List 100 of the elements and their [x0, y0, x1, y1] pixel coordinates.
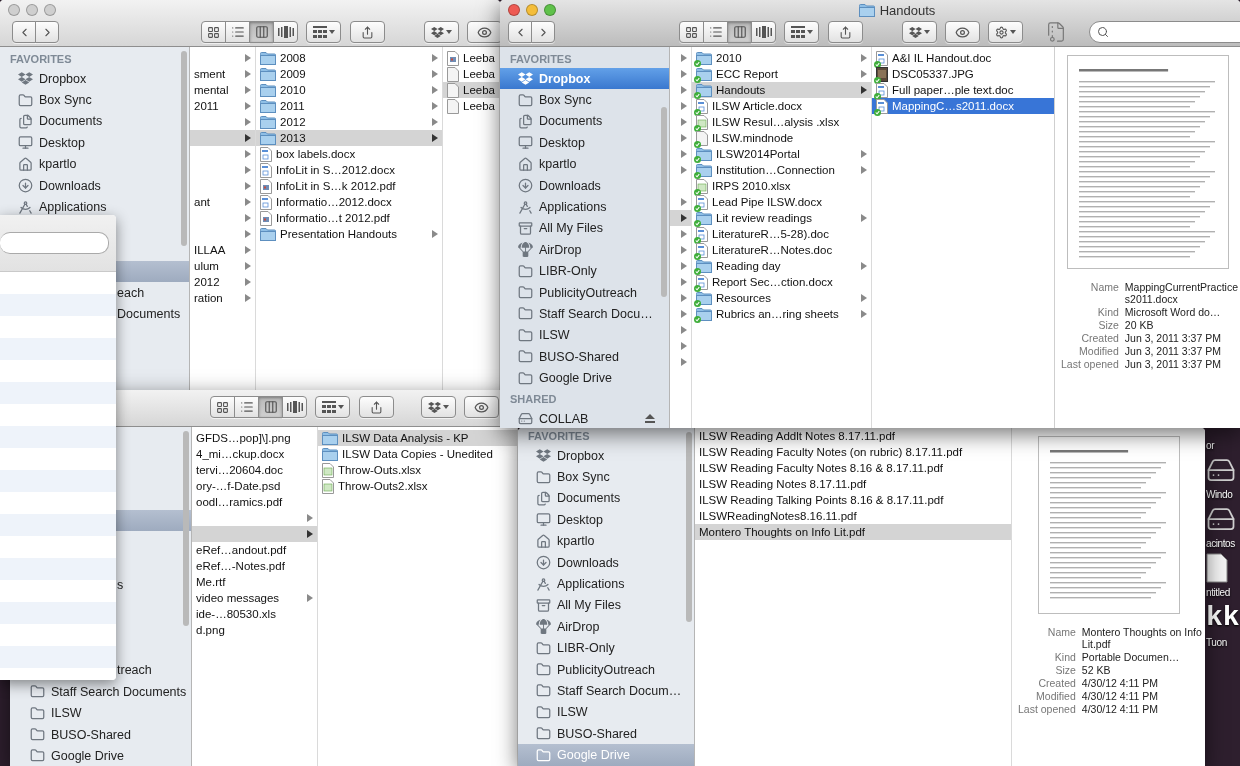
file-item[interactable]: ant [190, 194, 255, 210]
file-item[interactable]: ILSW Reading Faculty Notes (on rubric) 8.17.11.pdf [695, 444, 1011, 460]
file-item[interactable]: ulum [190, 258, 255, 274]
search-field[interactable] [0, 232, 109, 254]
sidebar-item[interactable]: Desktop [500, 132, 669, 154]
action-button[interactable] [988, 21, 1023, 43]
sidebar-item[interactable]: Applications [0, 196, 189, 218]
sidebar-item[interactable]: Dropbox [500, 68, 669, 90]
sidebar-item[interactable]: kpartlo [0, 153, 189, 175]
file-item[interactable]: sment [190, 66, 255, 82]
sidebar-item[interactable]: ILSW [518, 701, 694, 724]
file-item[interactable]: ILSW Reading Talking Points 8.16 & 8.17.11.pdf [695, 492, 1011, 508]
sidebar-item[interactable]: Downloads [0, 174, 189, 197]
view-mode-button[interactable] [751, 21, 776, 43]
file-item[interactable]: GFDS…pop]\].png [192, 430, 317, 446]
dropbox-button[interactable] [902, 21, 937, 43]
file-item[interactable]: 2010 [256, 82, 442, 98]
file-item[interactable]: Me.rtf [192, 574, 317, 590]
file-item[interactable]: ILSWReadingNotes8.16.11.pdf [695, 508, 1011, 524]
sidebar-item[interactable]: Documents [500, 110, 669, 133]
sidebar-item[interactable]: BUSO-Shared [518, 723, 694, 745]
file-item[interactable]: Leeba [443, 82, 499, 98]
file-item[interactable]: 2008 [256, 50, 442, 66]
file-item[interactable]: ILSW Data Copies - Unedited [318, 446, 517, 462]
sidebar-item[interactable]: Box Sync [0, 89, 189, 111]
file-item[interactable]: 2009 [256, 66, 442, 82]
file-item[interactable]: ILSW2014Portal [692, 146, 871, 162]
sidebar-item[interactable]: Staff Search Docum… [518, 680, 694, 702]
sidebar-item[interactable]: PublicityOutreach [500, 281, 669, 304]
file-item[interactable]: ILSW Reading Addlt Notes 8.17.11.pdf [695, 428, 1011, 444]
file-item[interactable]: Reading day [692, 258, 871, 274]
sidebar-item[interactable]: All My Files [500, 217, 669, 240]
view-mode-button[interactable] [249, 21, 274, 43]
file-item[interactable]: ILSW Reading Faculty Notes 8.16 & 8.17.11.pdf [695, 460, 1011, 476]
sidebar-item[interactable]: LIBR-Only [500, 260, 669, 282]
sidebar-item[interactable]: ILSW [10, 702, 191, 724]
close-button[interactable] [508, 4, 520, 16]
file-item[interactable]: ILLAA [190, 242, 255, 258]
file-item[interactable] [190, 130, 255, 146]
quick-look-button[interactable] [945, 21, 980, 43]
file-item[interactable]: Informatio…2012.docx [256, 194, 442, 210]
share-button[interactable] [828, 21, 863, 43]
file-item[interactable]: Full paper…ple text.doc [872, 82, 1054, 98]
file-item[interactable]: Leeba [443, 66, 499, 82]
file-item[interactable]: Rubrics an…ring sheets [692, 306, 871, 322]
view-mode-button[interactable] [258, 396, 283, 418]
share-button[interactable] [359, 396, 394, 418]
dropbox-button[interactable] [421, 396, 456, 418]
file-item[interactable]: eRef…andout.pdf [192, 542, 317, 558]
file-item[interactable]: Leeba [443, 50, 499, 66]
file-item[interactable]: 2010 [692, 50, 871, 66]
file-item[interactable]: 2012 [190, 274, 255, 290]
sidebar-item[interactable]: BUSO-Shared [500, 346, 669, 368]
file-item[interactable]: Montero Thoughts on Info Lit.pdf [695, 524, 1011, 540]
view-mode-button[interactable] [210, 396, 235, 418]
file-item[interactable]: d.png [192, 622, 317, 638]
file-item[interactable]: ILSW Resul…alysis .xlsx [692, 114, 871, 130]
sidebar-item[interactable]: Downloads [518, 551, 694, 574]
sidebar-item[interactable]: Downloads [500, 174, 669, 197]
file-item[interactable]: Leeba [443, 98, 499, 114]
quick-look-button[interactable] [464, 396, 499, 418]
file-item[interactable]: mental [190, 82, 255, 98]
arrange-button[interactable] [784, 21, 819, 43]
arrange-button[interactable] [315, 396, 350, 418]
file-item[interactable]: DSC05337.JPG [872, 66, 1054, 82]
forward-button[interactable] [35, 21, 59, 43]
file-item[interactable]: Resources [692, 290, 871, 306]
sidebar-item[interactable]: Staff Search Documents [10, 681, 191, 703]
sidebar-item[interactable]: ILSW [500, 324, 669, 347]
sidebar-item[interactable]: BUSO-Shared [10, 723, 191, 746]
file-item[interactable]: 2012 [256, 114, 442, 130]
file-item[interactable]: Informatio…t 2012.pdf [256, 210, 442, 226]
zoom-button[interactable] [44, 4, 56, 16]
sidebar-item[interactable]: All My Files [518, 594, 694, 617]
zoom-button[interactable] [544, 4, 556, 16]
arrange-button[interactable] [306, 21, 341, 43]
file-item[interactable]: box labels.docx [256, 146, 442, 162]
file-item[interactable]: Report Sec…ction.docx [692, 274, 871, 290]
view-mode-button[interactable] [234, 396, 259, 418]
file-item[interactable]: video messages [192, 590, 317, 606]
sidebar-item[interactable]: Box Sync [518, 466, 694, 488]
quick-look-button[interactable] [467, 21, 500, 43]
file-item[interactable]: 2013 [256, 130, 442, 146]
view-mode-button[interactable] [679, 21, 704, 43]
sidebar-item[interactable]: AirDrop [518, 616, 694, 638]
sidebar-item[interactable]: Documents [518, 487, 694, 510]
sidebar-item[interactable]: Box Sync [500, 89, 669, 111]
minimize-button[interactable] [526, 4, 538, 16]
minimize-button[interactable] [26, 4, 38, 16]
dropbox-button[interactable] [424, 21, 459, 43]
file-item[interactable]: LiteratureR…5-28).doc [692, 226, 871, 242]
view-mode-button[interactable] [201, 21, 226, 43]
sidebar-item[interactable]: Applications [500, 196, 669, 218]
view-mode-button[interactable] [282, 396, 307, 418]
file-item[interactable]: ory-…f-Date.psd [192, 478, 317, 494]
view-mode-button[interactable] [727, 21, 752, 43]
file-item[interactable]: Handouts [692, 82, 871, 98]
file-item[interactable]: ILSW Article.docx [692, 98, 871, 114]
file-item[interactable]: ration [190, 290, 255, 306]
back-button[interactable] [508, 21, 532, 43]
